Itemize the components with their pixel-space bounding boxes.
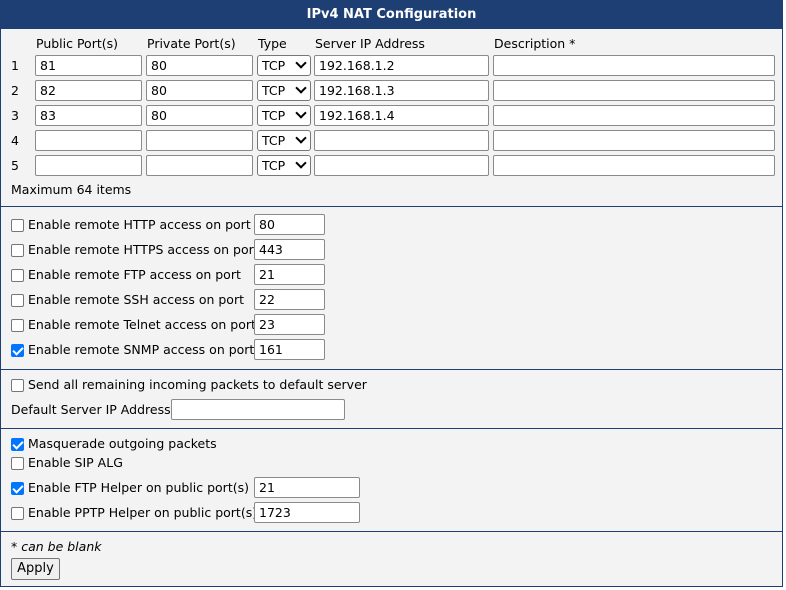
public-port-input[interactable] <box>35 80 142 101</box>
remote-snmp-label: Enable remote SNMP access on port <box>28 342 255 357</box>
description-input[interactable] <box>493 155 775 176</box>
sip-alg-checkbox[interactable] <box>11 457 24 470</box>
remote-snmp-port-input[interactable] <box>254 339 325 360</box>
private-port-input[interactable] <box>146 155 253 176</box>
type-select-value: TCP <box>262 158 286 173</box>
ftp-helper-checkbox[interactable] <box>11 482 24 495</box>
pptp-helper-checkbox[interactable] <box>11 507 24 520</box>
remote-http-label: Enable remote HTTP access on port <box>28 217 251 232</box>
remote-telnet-label: Enable remote Telnet access on port <box>28 317 256 332</box>
remote-snmp-checkbox[interactable] <box>11 344 24 357</box>
sip-alg-label: Enable SIP ALG <box>28 455 123 470</box>
ftp-helper-ports-input[interactable] <box>254 477 360 498</box>
remote-https-label: Enable remote HTTPS access on port <box>28 242 259 257</box>
row-number: 5 <box>11 158 19 173</box>
remote-telnet-checkbox[interactable] <box>11 319 24 332</box>
server-ip-input[interactable] <box>314 130 489 151</box>
remote-ssh-label: Enable remote SSH access on port <box>28 292 244 307</box>
remote-https-checkbox[interactable] <box>11 244 24 257</box>
type-select[interactable]: TCP <box>257 80 311 101</box>
row-number: 1 <box>11 58 19 73</box>
description-input[interactable] <box>493 130 775 151</box>
max-items-note: Maximum 64 items <box>11 182 132 197</box>
remote-ftp-label: Enable remote FTP access on port <box>28 267 241 282</box>
remote-telnet-port-input[interactable] <box>254 314 325 335</box>
chevron-down-icon <box>295 107 307 119</box>
description-input[interactable] <box>493 80 775 101</box>
type-select-value: TCP <box>262 58 286 73</box>
private-port-input[interactable] <box>146 80 253 101</box>
remote-http-checkbox[interactable] <box>11 219 24 232</box>
chevron-down-icon <box>295 57 307 69</box>
type-select[interactable]: TCP <box>257 155 311 176</box>
row-number: 2 <box>11 83 19 98</box>
ftp-helper-label: Enable FTP Helper on public port(s) <box>28 480 249 495</box>
description-input[interactable] <box>493 105 775 126</box>
pptp-helper-ports-input[interactable] <box>254 502 360 523</box>
row-number: 4 <box>11 133 19 148</box>
private-port-input[interactable] <box>146 55 253 76</box>
server-ip-input[interactable] <box>314 105 489 126</box>
send-to-default-server-label: Send all remaining incoming packets to d… <box>28 377 367 392</box>
masquerade-checkbox[interactable] <box>11 438 24 451</box>
private-port-input[interactable] <box>146 130 253 151</box>
blank-note: * can be blank <box>11 539 102 554</box>
remote-ftp-checkbox[interactable] <box>11 269 24 282</box>
header-description: Description * <box>494 36 576 51</box>
private-port-input[interactable] <box>146 105 253 126</box>
remote-ftp-port-input[interactable] <box>254 264 325 285</box>
nat-config-panel: IPv4 NAT Configuration Public Port(s) Pr… <box>0 0 783 587</box>
type-select[interactable]: TCP <box>257 55 311 76</box>
apply-button[interactable]: Apply <box>11 558 60 580</box>
header-server-ip: Server IP Address <box>315 36 425 51</box>
public-port-input[interactable] <box>35 105 142 126</box>
chevron-down-icon <box>295 82 307 94</box>
section-divider <box>1 369 782 370</box>
server-ip-input[interactable] <box>314 55 489 76</box>
chevron-down-icon <box>295 157 307 169</box>
public-port-input[interactable] <box>35 130 142 151</box>
server-ip-input[interactable] <box>314 80 489 101</box>
public-port-input[interactable] <box>35 55 142 76</box>
panel-title: IPv4 NAT Configuration <box>1 1 782 29</box>
header-private-ports: Private Port(s) <box>147 36 236 51</box>
section-divider <box>1 206 782 207</box>
remote-http-port-input[interactable] <box>254 214 325 235</box>
server-ip-input[interactable] <box>314 155 489 176</box>
default-server-ip-input[interactable] <box>171 399 345 420</box>
chevron-down-icon <box>295 132 307 144</box>
remote-https-port-input[interactable] <box>254 239 325 260</box>
default-server-ip-label: Default Server IP Address <box>11 402 171 417</box>
public-port-input[interactable] <box>35 155 142 176</box>
type-select-value: TCP <box>262 133 286 148</box>
header-public-ports: Public Port(s) <box>36 36 119 51</box>
pptp-helper-label: Enable PPTP Helper on public port(s) <box>28 505 258 520</box>
type-select[interactable]: TCP <box>257 130 311 151</box>
section-divider <box>1 428 782 429</box>
type-select-value: TCP <box>262 83 286 98</box>
remote-ssh-checkbox[interactable] <box>11 294 24 307</box>
remote-ssh-port-input[interactable] <box>254 289 325 310</box>
row-number: 3 <box>11 108 19 123</box>
section-divider <box>1 531 782 532</box>
send-to-default-server-checkbox[interactable] <box>11 379 24 392</box>
header-type: Type <box>258 36 287 51</box>
type-select-value: TCP <box>262 108 286 123</box>
masquerade-label: Masquerade outgoing packets <box>28 436 217 451</box>
type-select[interactable]: TCP <box>257 105 311 126</box>
description-input[interactable] <box>493 55 775 76</box>
